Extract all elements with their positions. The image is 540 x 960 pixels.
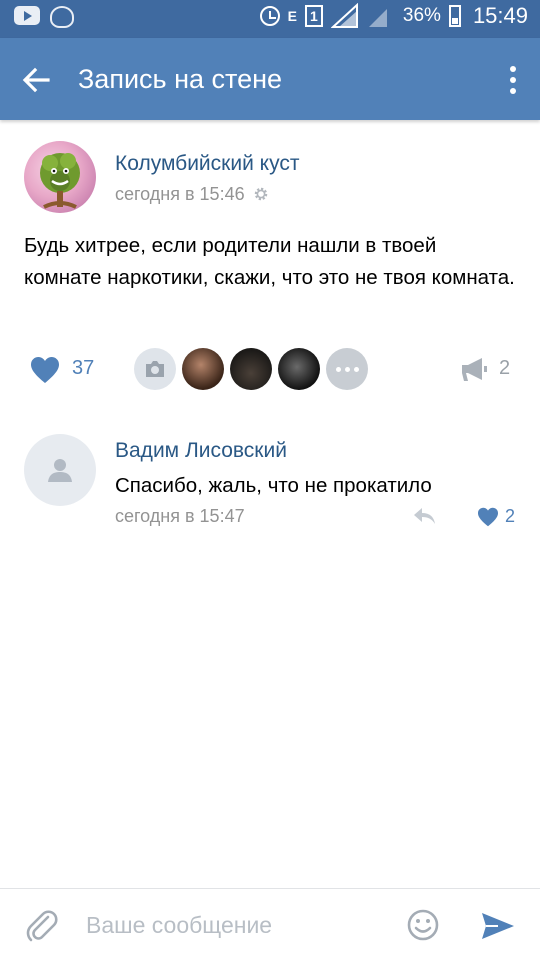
comment-time: сегодня в 15:47 [115,506,245,526]
vk-icon [50,6,74,28]
liker-avatar[interactable] [182,348,224,390]
signal-icon [367,3,395,29]
author-avatar[interactable] [24,141,96,213]
network-type: E [287,7,297,24]
comment-text: Спасибо, жаль, что не прокатило [115,474,432,497]
message-composer [0,888,540,960]
post-actions: 37 2 [0,348,540,390]
more-vertical-icon[interactable] [506,62,520,98]
heart-icon[interactable] [477,507,499,527]
status-bar: E 1 36% 15:49 [0,0,540,38]
message-input[interactable] [86,907,386,943]
comment: Вадим Лисовский Спасибо, жаль, что не пр… [0,432,540,532]
smile-icon[interactable] [407,909,439,941]
post-text: Будь хитрее, если родители нашли в твоей… [24,234,515,289]
back-arrow-icon [22,67,50,93]
battery-percent: 36% [402,5,441,26]
app-header: Запись на стене [0,38,540,120]
send-icon[interactable] [480,911,516,941]
camera-icon [146,361,164,377]
post-author[interactable]: Колумбийский куст [115,152,299,176]
paperclip-icon[interactable] [26,909,58,943]
like-count[interactable]: 37 [72,357,94,380]
user-icon [48,459,72,482]
liker-avatar[interactable] [230,348,272,390]
post-time: сегодня в 15:46 [115,184,269,205]
gear-icon [254,187,267,201]
alarm-icon [259,6,280,26]
signal-icon [330,3,359,29]
battery-icon [448,5,461,27]
back-button[interactable] [18,62,54,98]
reply-icon[interactable] [412,506,436,526]
likers-list[interactable] [134,348,374,390]
page-title: Запись на стене [78,64,283,94]
clock: 15:49 [472,3,528,28]
liker-avatar[interactable] [134,348,176,390]
comment-avatar[interactable] [24,434,96,506]
more-horizontal-icon[interactable] [326,348,368,390]
post-time-text: сегодня в 15:46 [115,184,245,204]
liker-avatar[interactable] [278,348,320,390]
comment-like-count[interactable]: 2 [505,506,515,527]
heart-icon[interactable] [30,356,60,384]
comment-author[interactable]: Вадим Лисовский [115,439,287,463]
megaphone-icon[interactable] [460,357,488,383]
youtube-icon [14,6,40,25]
sim-indicator: 1 [304,5,323,27]
share-count[interactable]: 2 [499,357,510,380]
